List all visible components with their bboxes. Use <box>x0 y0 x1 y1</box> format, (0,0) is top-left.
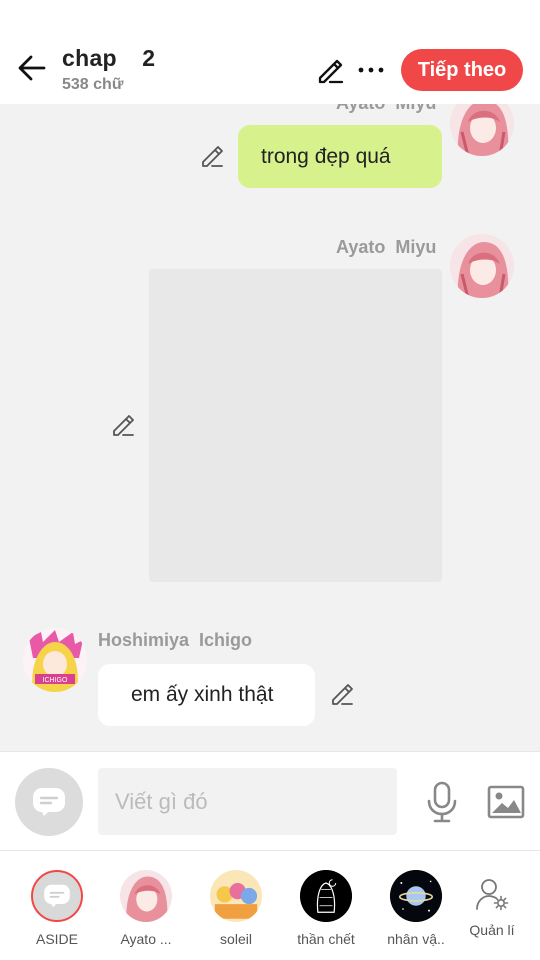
user-settings-icon <box>476 879 509 911</box>
pencil-icon <box>332 684 353 705</box>
manage-icon-wrap <box>472 874 512 914</box>
avatar-blonde-hair-icon: ICHIGO <box>23 628 87 692</box>
avatar-pink-hair-icon <box>120 870 172 922</box>
chat-bubble-icon <box>33 788 65 816</box>
chapter-title: chap 2 <box>62 45 156 71</box>
message-bubble[interactable]: em ấy xinh thật <box>98 664 315 726</box>
next-button[interactable]: Tiếp theo <box>401 49 523 91</box>
nhan-vat-avatar <box>390 870 442 922</box>
avatar-pink-hair-icon <box>450 234 514 298</box>
more-dots-icon <box>358 67 384 73</box>
aside-toggle-button[interactable] <box>15 768 83 836</box>
character-label: Quản lí <box>469 922 515 938</box>
sender-name: Hoshimiya Ichigo <box>98 630 253 650</box>
sender-name: Ayato Miyu <box>336 104 436 114</box>
back-button[interactable] <box>14 50 50 86</box>
character-aside[interactable]: ASIDE <box>12 870 102 947</box>
svg-text:ICHIGO: ICHIGO <box>43 677 68 684</box>
arrow-left-icon <box>18 55 46 81</box>
avatar-dark-icon <box>300 870 352 922</box>
message-bubble[interactable]: trong đẹp quá <box>238 125 442 188</box>
manage-characters-button[interactable]: Quản lí <box>447 874 537 938</box>
ayato-avatar <box>120 870 172 922</box>
message-input[interactable]: Viết gì đó <box>98 768 397 835</box>
pencil-icon <box>113 415 134 436</box>
avatar-group-icon <box>210 870 262 922</box>
edit-message-button[interactable] <box>109 411 137 439</box>
more-options-button[interactable] <box>355 54 387 86</box>
character-ayato[interactable]: Ayato ... <box>101 870 191 947</box>
word-count: 538 chữ <box>62 76 124 93</box>
edit-message-button[interactable] <box>198 142 226 170</box>
top-bar: chap 2 538 chữ Tiếp theo <box>0 0 540 104</box>
avatar[interactable]: ICHIGO <box>23 628 87 692</box>
character-label: soleil <box>220 931 252 947</box>
character-label: Ayato ... <box>120 931 172 947</box>
pencil-icon <box>318 59 344 84</box>
soleil-avatar <box>210 870 262 922</box>
microphone-icon <box>427 781 457 823</box>
sender-name: Ayato Miyu <box>336 237 437 257</box>
edit-message-button[interactable] <box>328 680 356 708</box>
character-label: thần chết <box>297 931 355 947</box>
aside-avatar <box>31 870 83 922</box>
avatar-pink-hair-icon <box>450 104 514 156</box>
character-soleil[interactable]: soleil <box>191 870 281 947</box>
avatar[interactable] <box>450 234 514 298</box>
image-icon <box>487 785 525 819</box>
character-label: nhân vậ.. <box>387 931 445 947</box>
image-message[interactable] <box>149 269 442 582</box>
voice-button[interactable] <box>420 778 464 826</box>
character-label: ASIDE <box>35 931 78 947</box>
title-block: chap 2 538 chữ <box>62 45 155 94</box>
edit-chapter-button[interactable] <box>314 54 346 86</box>
character-than-chet[interactable]: thần chết <box>281 870 371 947</box>
than-chet-avatar <box>300 870 352 922</box>
avatar-planet-icon <box>390 870 442 922</box>
pencil-icon <box>202 146 223 167</box>
character-bar: ASIDE Ayato ... soleil thần chết nhân vậ… <box>0 852 540 960</box>
chat-area[interactable]: Ayato Miyu trong đẹp quá Ayato Miyu <box>0 104 540 751</box>
avatar[interactable] <box>450 104 514 156</box>
message-composer: Viết gì đó <box>0 751 540 851</box>
attach-image-button[interactable] <box>486 782 526 822</box>
chat-bubble-icon <box>44 884 70 908</box>
